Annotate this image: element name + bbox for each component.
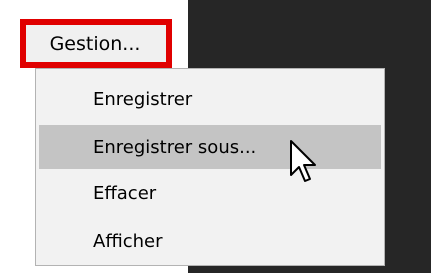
gestion-dropdown-menu: Enregistrer Enregistrer sous... Effacer … bbox=[35, 68, 385, 266]
menu-item-enregistrer[interactable]: Enregistrer bbox=[39, 77, 381, 121]
arrow-pointer-icon bbox=[290, 140, 316, 182]
menu-item-label: Effacer bbox=[93, 182, 157, 204]
menu-item-label: Enregistrer bbox=[93, 88, 193, 110]
menu-item-afficher[interactable]: Afficher bbox=[39, 219, 381, 263]
menu-item-effacer[interactable]: Effacer bbox=[39, 171, 381, 215]
gestion-button-label: Gestion... bbox=[49, 32, 141, 55]
menu-item-enregistrer-sous[interactable]: Enregistrer sous... bbox=[39, 125, 381, 169]
menu-item-label: Afficher bbox=[93, 230, 163, 252]
gestion-button[interactable]: Gestion... bbox=[20, 19, 172, 68]
menu-item-label: Enregistrer sous... bbox=[93, 136, 257, 158]
